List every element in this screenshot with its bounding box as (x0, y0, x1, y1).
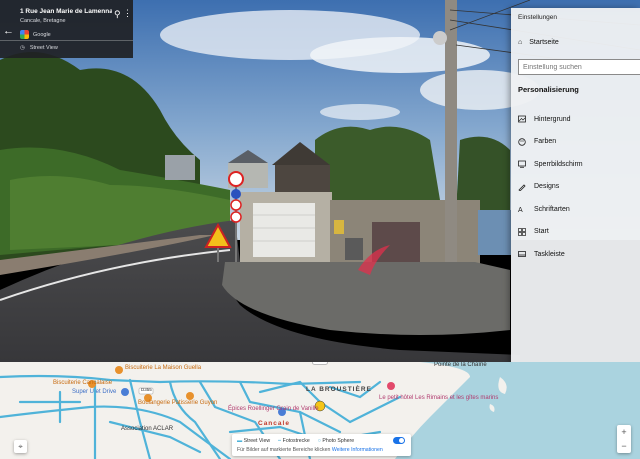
place-label[interactable]: Biscuiterie Cancalaise (53, 380, 112, 386)
settings-item-hintergrund[interactable]: Hintergrund (518, 108, 583, 131)
legend-street-view: ▬ Street View (237, 438, 271, 444)
settings-item-start[interactable]: Start (518, 221, 583, 244)
provider-row: Google (20, 30, 51, 39)
settings-search-input[interactable] (518, 59, 640, 75)
street-view-layer-toggle[interactable] (393, 437, 405, 444)
settings-item-schriftarten[interactable]: A Schriftarten (518, 198, 583, 221)
place-label[interactable]: Super U et Drive (72, 389, 116, 395)
settings-item-label: Farben (534, 138, 557, 146)
location-pin-icon[interactable]: ⚲ (114, 9, 121, 20)
mode-row: ◷ Street View (20, 45, 58, 51)
settings-item-label: Schriftarten (534, 205, 570, 213)
google-logo-icon (20, 30, 29, 39)
settings-item-farben[interactable]: Farben (518, 131, 583, 154)
place-label[interactable]: Association ACLAR (121, 426, 173, 432)
start-icon (518, 227, 526, 236)
settings-window-title: Einstellungen (518, 14, 558, 21)
settings-item-sperrbildschirm[interactable]: Sperrbildschirm (518, 153, 583, 176)
home-label: Startseite (529, 39, 559, 46)
taskbar-icon (518, 250, 526, 258)
zoom-in-button[interactable]: + (617, 425, 631, 439)
road-number-label: D355 (141, 387, 152, 392)
zoom-out-button[interactable]: − (617, 439, 631, 453)
place-label: Pointe de la Chaîne (434, 362, 487, 368)
mode-label: Street View (29, 45, 58, 51)
settings-home-link[interactable]: ⌂ Startseite (518, 39, 559, 46)
legend-note: Für Bilder auf markierte Bereiche klicke… (237, 447, 383, 453)
district-label: LA BROUSTIÈRE (306, 386, 372, 393)
street-view-legend: ▬ Street View ┅ Fotostrecke ○ Photo Sphe… (232, 434, 411, 456)
settings-item-taskleiste[interactable]: Taskleiste (518, 243, 583, 266)
pin (115, 366, 123, 374)
legend-photo-path: ┅ Fotostrecke (278, 438, 310, 444)
settings-item-label: Start (534, 228, 549, 236)
settings-nav-list: Hintergrund Farben Sperrbildschirm Desig… (518, 108, 583, 266)
legend-photo-sphere: ○ Photo Sphere (317, 438, 355, 444)
mini-map[interactable]: Biscuiterie La Maison Guella Biscuiterie… (0, 362, 640, 459)
svg-text:A: A (518, 207, 523, 213)
place-label[interactable]: Épices Roellinger Grain de Vanille (228, 406, 319, 412)
palette-icon (518, 138, 526, 146)
home-icon: ⌂ (518, 39, 523, 46)
settings-item-label: Sperrbildschirm (534, 160, 583, 168)
more-options-icon[interactable]: ⋮ (123, 8, 132, 19)
address-title: 1 Rue Jean Marie de Lamennais (20, 8, 112, 15)
place-label[interactable]: Biscuiterie La Maison Guella (125, 365, 201, 371)
settings-item-label: Taskleiste (534, 250, 565, 258)
more-info-link[interactable]: Weitere Informationen (332, 447, 383, 453)
address-locality: Cancale, Bretagne (20, 18, 66, 24)
settings-item-label: Designs (534, 183, 560, 191)
provider-label: Google (33, 31, 51, 38)
settings-item-label: Hintergrund (534, 115, 571, 123)
street-view-icon: ◷ (20, 45, 25, 51)
settings-item-designs[interactable]: Designs (518, 176, 583, 199)
town-label: Cancale (258, 420, 290, 427)
section-title: Personalisierung (518, 85, 579, 94)
zoom-controls: + − (617, 425, 631, 453)
locate-icon[interactable]: ⌖ (14, 440, 27, 453)
card-divider (0, 40, 133, 41)
place-label[interactable]: Boulangerie Patisserie Guyon (138, 400, 217, 406)
street-view-info-card: ← 1 Rue Jean Marie de Lamennais Cancale,… (0, 0, 133, 58)
back-arrow-icon[interactable]: ← (3, 25, 14, 37)
brush-icon (518, 183, 526, 192)
screen: ← 1 Rue Jean Marie de Lamennais Cancale,… (0, 0, 640, 459)
legend-row: ▬ Street View ┅ Fotostrecke ○ Photo Sphe… (237, 438, 354, 444)
lock-screen-icon (518, 160, 526, 168)
place-label[interactable]: Le petit hôtel Les Rimains et les gîtes … (379, 395, 498, 401)
image-icon (518, 115, 526, 123)
settings-window: Einstellungen ⌂ Startseite Personalisier… (511, 8, 640, 368)
map-resize-handle[interactable] (312, 362, 328, 365)
font-icon: A (518, 205, 526, 214)
